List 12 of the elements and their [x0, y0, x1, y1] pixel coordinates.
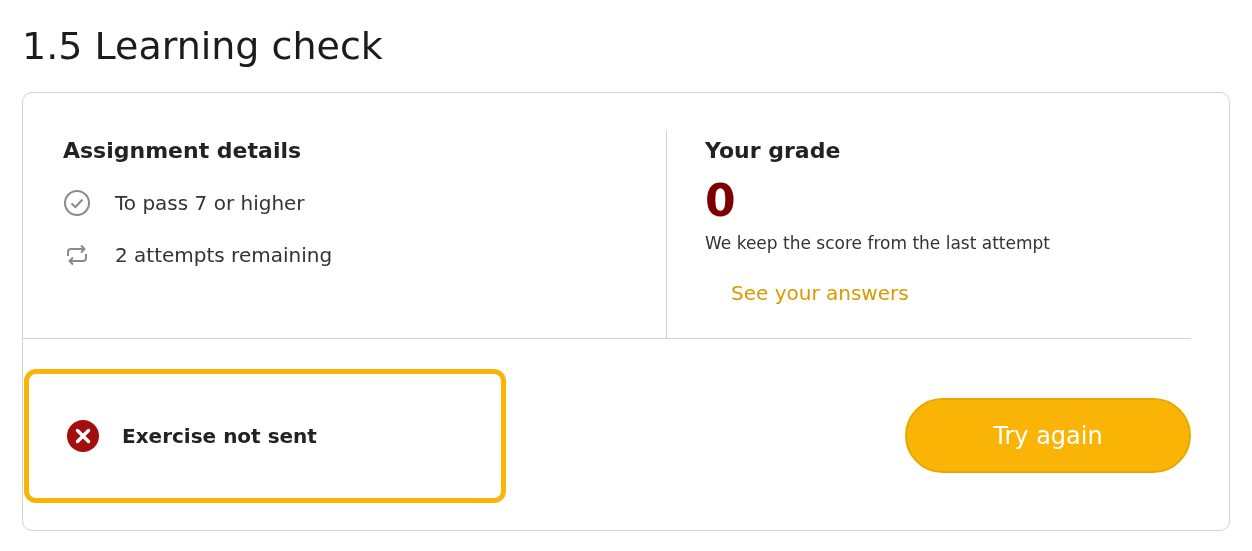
section-heading: Assignment details — [63, 137, 303, 165]
section-heading: Your grade — [705, 137, 842, 165]
detail-text: 2 attempts remaining — [115, 243, 333, 267]
detail-text: To pass 7 or higher — [115, 191, 305, 215]
grade-value: 0 — [705, 174, 737, 228]
page-title: 1.5 Learning check — [22, 23, 384, 70]
answers-link[interactable]: See your answers — [731, 281, 909, 305]
status-text: Exercise not sent — [122, 423, 317, 448]
check-circle-icon — [63, 189, 91, 217]
grade-note: We keep the score from the last attempt — [705, 233, 1051, 253]
try-again-button[interactable]: Try again — [905, 398, 1191, 473]
error-icon — [66, 418, 100, 453]
